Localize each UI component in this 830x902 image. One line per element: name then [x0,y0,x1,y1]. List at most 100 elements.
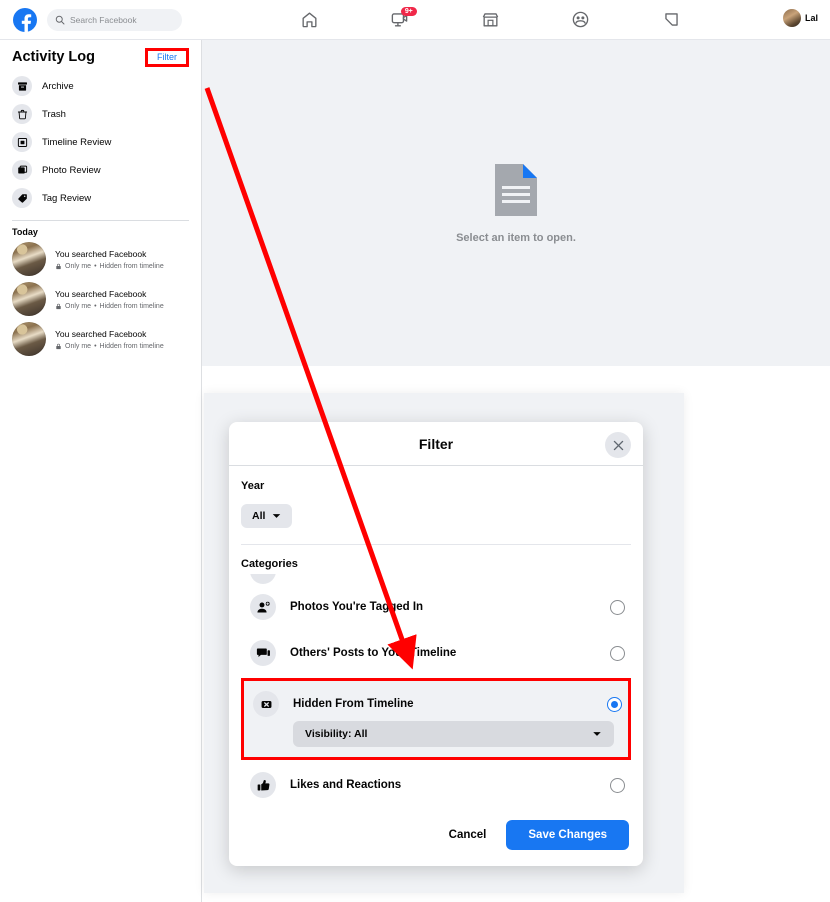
lock-icon [56,303,61,309]
visibility-select-value: Visibility: All [305,728,368,740]
cancel-button[interactable]: Cancel [435,821,501,849]
filter-button[interactable]: Filter [145,47,189,67]
empty-state-text: Select an item to open. [456,232,576,244]
page-title: Activity Log [12,49,95,65]
archive-box-icon [12,76,32,96]
sidebar-item-label: Trash [42,108,66,120]
search-icon [55,15,65,24]
nav-watch-button[interactable]: 9+ [381,5,419,35]
activity-meta: Only me • Hidden from timeline [55,343,164,350]
comment-bubble-icon [250,640,276,666]
sidebar-header: Activity Log Filter [10,42,191,72]
activity-separator: • [94,262,97,270]
top-navigation-bar: 9+ [0,0,830,40]
profile-menu-button[interactable]: Lal [782,9,818,27]
activity-privacy: Only me [65,342,92,350]
activity-thumbnail [12,322,46,356]
thumbs-up-icon [250,772,276,798]
nav-gaming-button[interactable] [652,5,690,35]
activity-visibility: Hidden from timeline [99,262,164,270]
sidebar-divider [12,220,189,221]
activity-text-block: You searched Facebook Only me • Hidden f… [55,249,164,270]
category-row-hidden-from-timeline[interactable]: Hidden From Timeline [244,681,628,721]
categories-section-label: Categories [241,558,298,570]
sidebar: Activity Log Filter Archive Trash Timeli… [0,40,202,902]
activity-list-item[interactable]: You searched Facebook Only me • Hidden f… [10,279,191,319]
category-label: Others' Posts to Your Timeline [290,647,457,659]
activity-title: You searched Facebook [55,248,147,259]
category-radio-others-posts-to-your-timeline[interactable] [610,645,625,661]
nav-groups-button[interactable] [562,5,600,35]
sidebar-item-label: Tag Review [42,192,92,204]
activity-thumbnail [12,282,46,316]
category-row-likes-and-reactions[interactable]: Likes and Reactions [241,762,631,808]
category-row-others-posts-to-your-timeline[interactable]: Others' Posts to Your Timeline [241,630,631,676]
year-select[interactable]: All [241,504,293,528]
activity-section-label: Today [12,227,38,237]
home-icon [301,12,317,28]
modal-header: Filter [229,422,643,466]
year-select-value: All [252,510,266,522]
sidebar-item-trash[interactable]: Trash [10,100,191,128]
person-tagged-icon [250,594,276,620]
activity-visibility: Hidden from timeline [99,342,164,350]
year-section-label: Year [241,480,265,492]
timeline-review-icon [12,132,32,152]
activity-title: You searched Facebook [55,288,147,299]
activity-meta: Only me • Hidden from timeline [55,263,164,270]
categories-list: Photos You're Tagged In Others' Posts to… [241,574,631,808]
scrolled-partial-row [241,574,631,584]
activity-privacy: Only me [65,302,92,310]
modal-footer: Cancel Save Changes [229,808,643,866]
groups-icon [572,11,589,28]
lock-icon [56,343,61,349]
hidden-x-icon [253,691,279,717]
activity-privacy: Only me [65,262,92,270]
activity-separator: • [94,302,97,310]
search-bar[interactable] [47,8,182,31]
marketplace-store-icon [482,13,498,27]
modal-title: Filter [418,435,454,452]
save-changes-button[interactable]: Save Changes [506,820,629,850]
sidebar-item-label: Timeline Review [42,136,112,148]
visibility-select[interactable]: Visibility: All [293,721,614,747]
activity-list-item[interactable]: You searched Facebook Only me • Hidden f… [10,319,191,359]
facebook-logo-icon[interactable] [13,7,37,32]
category-radio-likes-and-reactions[interactable] [610,777,625,793]
photo-review-icon [12,160,32,180]
profile-name: Lal [804,13,818,23]
modal-body: Year All Categories Photos You're Tagged… [229,466,643,808]
partial-category-icon [250,574,276,584]
sidebar-item-tag-review[interactable]: Tag Review [10,184,191,212]
trash-can-icon [12,104,32,124]
category-row-photos-youre-tagged-in[interactable]: Photos You're Tagged In [241,584,631,630]
category-label: Photos You're Tagged In [290,601,424,613]
filter-modal: Filter Year All Categories Photos You're… [229,422,643,866]
main-content-area: Select an item to open. [202,40,830,366]
nav-marketplace-button[interactable] [471,5,509,35]
activity-thumbnail [12,242,46,276]
nav-home-button[interactable] [290,5,328,35]
sidebar-item-timeline-review[interactable]: Timeline Review [10,128,191,156]
category-radio-photos-youre-tagged-in[interactable] [610,599,625,615]
category-radio-hidden-from-timeline[interactable] [607,696,622,712]
nav-icon-group: 9+ [290,0,690,39]
sidebar-item-photo-review[interactable]: Photo Review [10,156,191,184]
category-label: Likes and Reactions [290,779,402,791]
tag-icon [12,188,32,208]
highlighted-category-group: Hidden From Timeline Visibility: All [241,678,631,760]
search-input[interactable] [70,14,174,25]
document-icon [495,164,537,216]
category-label: Hidden From Timeline [293,698,414,710]
sidebar-item-label: Photo Review [42,164,101,176]
chevron-down-icon [273,514,281,518]
sidebar-item-archive[interactable]: Archive [10,72,191,100]
lock-icon [56,263,61,269]
empty-state: Select an item to open. [202,162,830,244]
gaming-icon [664,13,678,26]
close-x-icon[interactable] [605,432,631,458]
chevron-down-icon [593,732,601,736]
avatar [782,9,801,27]
activity-text-block: You searched Facebook Only me • Hidden f… [55,329,164,350]
activity-list-item[interactable]: You searched Facebook Only me • Hidden f… [10,239,191,279]
